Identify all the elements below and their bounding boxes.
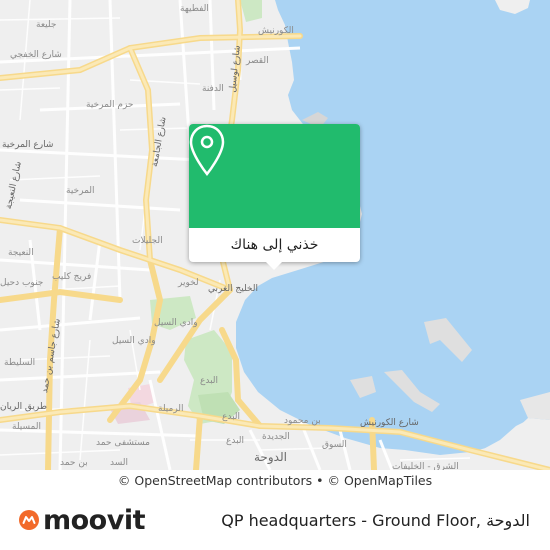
map-view[interactable]: جليعة الفطيهة الكورنيش القصر شارع الخفجي… [0,0,550,470]
copyright-symbol-2: © [327,472,340,488]
map-attribution: © OpenStreetMap contributors • © OpenMap… [0,470,550,490]
take-me-there-button[interactable]: خذني إلى هناك [189,228,360,262]
map-label-west-bay: الخليج الغربي [208,284,258,294]
map-label-rumaila: الرميلة [158,404,184,414]
map-label-wadi-sail-2: وادي السيل [112,336,156,346]
moovit-logo-text: moovit [43,504,146,536]
map-label-bin-mahmoud: بن محمود [284,416,321,426]
map-label-street-khafji: شارع الخفجي [10,50,62,60]
map-label-bidda-2: البدع [222,412,241,422]
footer-bar: moovit QP headquarters - Ground Floor, ا… [0,490,550,550]
map-label-fatahiya: الفطيهة [180,4,209,14]
map-label-jadeeda: الجديدة [262,432,290,442]
map-label-markhiya: المرخية [66,186,95,196]
map-label-bn-hamad: بن حمد [60,458,88,468]
map-label-dafna: الدفنة [202,84,224,94]
copyright-symbol: © [117,472,131,488]
map-label-bidda-1: البدع [200,376,219,386]
osm-contributors-link[interactable]: OpenStreetMap contributors [134,473,312,488]
map-label-street-markhiya: شارع المرخية [2,140,54,150]
map-label-khuwair: لخوير [178,278,199,288]
map-label-corniche-street: شارع الكورنيش [360,418,419,428]
map-label-road-rayyan: طريق الريان [0,402,48,412]
map-label-qasr: القصر [246,56,269,66]
map-label-doha: الدوحة [254,450,287,464]
map-label-souq: السوق [322,440,347,450]
map-label-jelaiah: جليعة [36,20,57,30]
popup-tail [266,262,282,270]
map-label-sulaitah: السليطة [4,358,36,368]
map-pin-icon [189,124,225,176]
map-label-jalilat: الجليلات [132,236,163,246]
map-label-musaila: المسيلة [12,422,41,432]
attribution-bullet: • [316,472,324,488]
moovit-logo-icon [19,510,39,530]
map-label-hazm-markhiya: حزم المرخية [86,100,134,110]
map-label-east-gulf: الشرق - الخليفات [392,462,459,470]
openmaptiles-link[interactable]: OpenMapTiles [344,473,432,488]
map-label-fariq-kulaib: فريج كليب [52,272,92,282]
map-label-nuaija: النعيجة [8,248,34,258]
map-label-wadi-sail-1: وادي السيل [154,318,198,328]
map-label-cornish-top: الكورنيش [258,26,294,36]
map-label-south-duhail: جنوب دحيل [0,278,44,288]
map-label-sadd: السد [110,458,128,468]
location-popup: خذني إلى هناك [189,124,360,270]
moovit-logo[interactable]: moovit [18,504,146,536]
place-name: QP headquarters - Ground Floor, الدوحة [221,510,530,530]
map-label-bidda-3: البدع [226,436,245,446]
map-label-hamad-hospital: مستشفى حمد [96,438,150,448]
popup-header [189,124,360,228]
